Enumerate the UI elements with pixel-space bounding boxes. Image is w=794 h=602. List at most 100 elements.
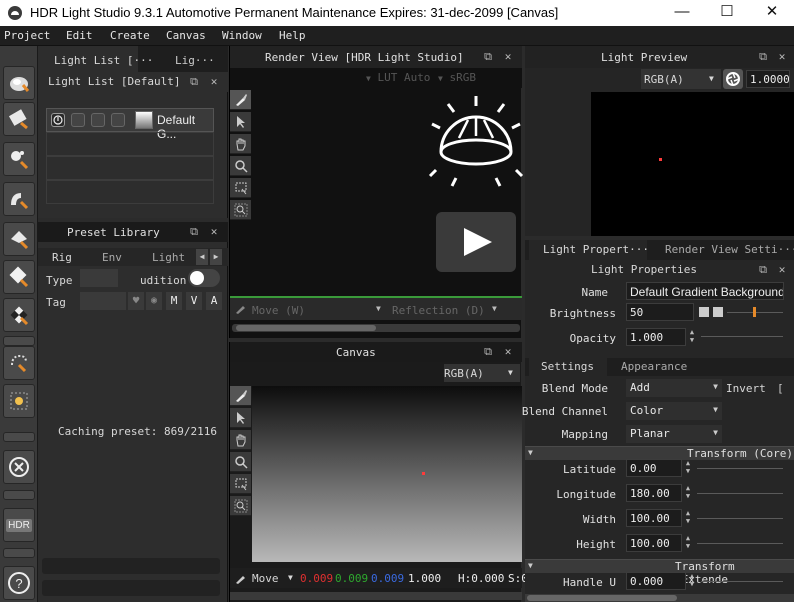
float-panel-icon[interactable]: ⧉ [757, 51, 769, 63]
tab-light-other[interactable]: Lig··· [146, 46, 226, 72]
preset-search-bar[interactable] [42, 558, 220, 574]
tag-a-button[interactable]: A [206, 292, 222, 310]
properties-hscrollbar[interactable] [525, 594, 794, 602]
lut-dropdown[interactable]: ▼ LUT Auto [366, 71, 430, 84]
close-panel-icon[interactable]: ✕ [208, 76, 220, 88]
pan-hand-icon[interactable] [230, 134, 251, 154]
menu-edit[interactable]: Edit [66, 29, 93, 42]
menu-canvas[interactable]: Canvas [166, 29, 206, 42]
menu-help[interactable]: Help [279, 29, 306, 42]
visibility-icon[interactable] [71, 113, 85, 127]
close-panel-icon[interactable]: ✕ [776, 264, 788, 276]
menu-window[interactable]: Window [222, 29, 262, 42]
spot-light-icon[interactable] [3, 66, 35, 100]
float-panel-icon[interactable]: ⧉ [482, 51, 494, 63]
maximize-button[interactable]: ☐ [707, 2, 747, 24]
blend-channel-dropdown[interactable]: Color ▼ [626, 402, 722, 420]
tag-v-button[interactable]: V [186, 292, 202, 310]
tab-appearance[interactable]: Appearance [615, 358, 695, 376]
paint-brush-icon[interactable] [230, 386, 251, 406]
float-panel-icon[interactable]: ⧉ [188, 226, 200, 238]
mapping-dropdown[interactable]: Planar ▼ [626, 425, 722, 443]
latitude-slider-track[interactable] [697, 468, 783, 469]
zoom-icon[interactable] [230, 156, 251, 176]
reflector-icon[interactable] [3, 260, 35, 294]
paint-brush-icon[interactable] [230, 90, 251, 110]
tag-input[interactable] [80, 292, 126, 310]
region-select-icon[interactable] [230, 178, 251, 198]
transform-extended-section[interactable]: ▼ Transform (Extende [525, 559, 794, 586]
collapse-triangle-icon[interactable]: ▼ [528, 448, 533, 457]
handle-u-stepper[interactable]: ▲ ▼ [687, 572, 697, 590]
longitude-stepper[interactable]: ▲ ▼ [683, 484, 693, 502]
transform-core-section[interactable]: ▼ Transform (Core) [525, 446, 794, 460]
tag-m-button[interactable]: M [166, 292, 182, 310]
height-stepper[interactable]: ▲ ▼ [683, 534, 693, 552]
width-slider-track[interactable] [697, 518, 783, 519]
menu-create[interactable]: Create [110, 29, 150, 42]
scroll-tabs-right-icon[interactable]: ▶ [210, 249, 222, 265]
brightness-plus-button[interactable] [713, 307, 723, 317]
zoom-icon[interactable] [230, 452, 251, 472]
scroll-tabs-left-icon[interactable]: ◀ [196, 249, 208, 265]
hdr-icon[interactable]: HDR [3, 508, 35, 542]
light-shape-icon[interactable] [3, 222, 35, 256]
chevron-down-icon[interactable]: ▼ [492, 304, 497, 313]
opacity-stepper[interactable]: ▲ ▼ [687, 328, 697, 346]
tab-light[interactable]: Light [152, 251, 185, 264]
opacity-slider-track[interactable] [701, 336, 783, 337]
latitude-stepper[interactable]: ▲ ▼ [683, 459, 693, 477]
pointer-icon[interactable] [91, 113, 105, 127]
zoom-region-icon[interactable] [230, 200, 251, 220]
brush-icon[interactable] [234, 571, 248, 588]
zoom-region-icon[interactable] [230, 496, 251, 516]
preset-filter-bar[interactable] [42, 580, 220, 596]
canvas-move-mode[interactable]: Move [252, 572, 279, 585]
remove-light-icon[interactable] [3, 450, 35, 484]
tab-light-list[interactable]: Light List [··· [38, 46, 153, 72]
type-toggle[interactable] [188, 269, 220, 287]
area-light-icon[interactable] [3, 102, 35, 136]
longitude-input[interactable]: 180.00 [626, 484, 682, 502]
close-panel-icon[interactable]: ✕ [502, 346, 514, 358]
light-preview-channel-dropdown[interactable]: RGB(A) ▼ [641, 69, 721, 89]
play-render-button[interactable] [436, 212, 516, 272]
checker-light-icon[interactable] [3, 298, 35, 332]
sparkle-light-icon[interactable] [3, 142, 35, 176]
height-input[interactable]: 100.00 [626, 534, 682, 552]
canvas-channel-dropdown[interactable]: RGB(A) ▼ [444, 364, 520, 382]
menu-project[interactable]: Project [4, 29, 50, 42]
select-arrow-icon[interactable] [230, 408, 251, 428]
close-panel-icon[interactable]: ✕ [502, 51, 514, 63]
sun-light-icon[interactable] [3, 384, 35, 418]
tab-settings[interactable]: Settings [529, 358, 607, 376]
opacity-input[interactable]: 1.000 [626, 328, 686, 346]
float-panel-icon[interactable]: ⧉ [482, 346, 494, 358]
eye-icon[interactable]: ◉ [146, 292, 162, 310]
collapse-triangle-icon[interactable]: ▼ [528, 561, 533, 570]
name-input[interactable]: Default Gradient Background [626, 282, 784, 300]
render-view-scrollbar[interactable] [232, 324, 520, 332]
brightness-minus-button[interactable] [699, 307, 709, 317]
minimize-button[interactable]: — [662, 2, 702, 24]
brightness-slider-handle[interactable] [753, 307, 756, 317]
float-panel-icon[interactable]: ⧉ [757, 264, 769, 276]
handle-u-slider-track[interactable] [701, 581, 783, 582]
float-panel-icon[interactable]: ⧉ [188, 76, 200, 88]
colorspace-dropdown[interactable]: ▼ sRGB [438, 71, 476, 84]
invert-checkbox[interactable]: [ [777, 382, 784, 395]
type-dropdown[interactable] [80, 269, 118, 287]
close-panel-icon[interactable]: ✕ [776, 51, 788, 63]
render-move-mode[interactable]: Move (W) [252, 304, 305, 317]
width-stepper[interactable]: ▲ ▼ [683, 509, 693, 527]
blend-mode-dropdown[interactable]: Add ▼ [626, 379, 722, 397]
canvas-scrollbar[interactable] [230, 592, 522, 600]
brush-icon[interactable] [234, 301, 248, 318]
bent-light-icon[interactable] [3, 182, 35, 216]
canvas-gradient-view[interactable] [252, 386, 522, 562]
light-preview-viewport[interactable] [591, 92, 794, 236]
tab-env[interactable]: Env [102, 251, 122, 264]
chevron-down-icon[interactable]: ▼ [288, 573, 293, 582]
help-icon[interactable]: ? [3, 566, 35, 600]
light-list-item[interactable]: Default G... [46, 108, 214, 141]
